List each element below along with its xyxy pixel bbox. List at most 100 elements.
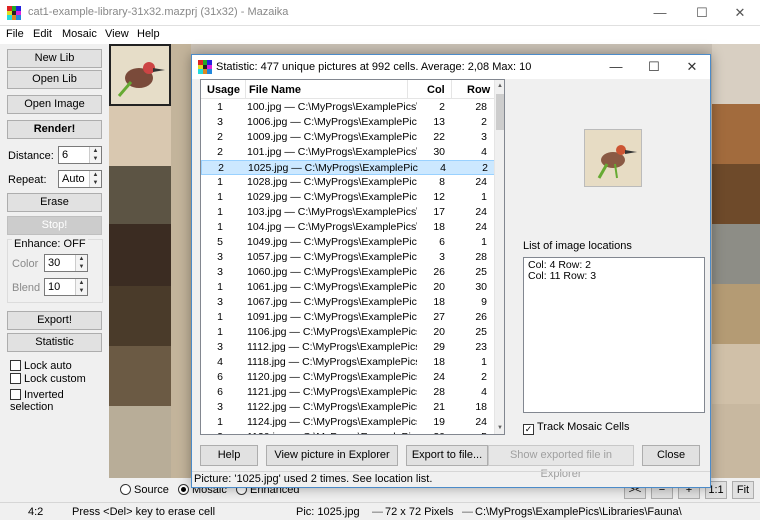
table-row[interactable]: 1 104.jpg — C:\MyProgs\ExamplePics\Librar… <box>201 220 496 235</box>
table-row[interactable]: 1 1091.jpg — C:\MyProgs\ExamplePics\Libra… <box>201 310 496 325</box>
table-row[interactable]: 6 1120.jpg — C:\MyProgs\ExamplePics\Libra… <box>201 370 496 385</box>
mosaic-cell[interactable] <box>109 224 171 286</box>
spinner-arrows-icon[interactable]: ▲ ▼ <box>89 171 101 187</box>
checkbox-icon[interactable] <box>10 373 21 384</box>
usage-cell: 6 <box>217 371 223 383</box>
mosaic-cell[interactable] <box>109 166 171 224</box>
checkbox-icon[interactable] <box>10 360 21 371</box>
location-item[interactable]: Col: 11 Row: 3 <box>528 271 700 282</box>
table-row[interactable]: 3 1057.jpg — C:\MyProgs\ExamplePics\Libra… <box>201 250 496 265</box>
spinner-arrows-icon[interactable]: ▲ ▼ <box>89 147 101 163</box>
mosaic-cell[interactable] <box>712 44 760 104</box>
menu-mosaic[interactable]: Mosaic <box>62 28 97 40</box>
usage-cell: 3 <box>217 401 223 413</box>
mosaic-cell[interactable] <box>712 344 760 404</box>
checkbox-icon[interactable] <box>10 389 21 400</box>
open-lib-button[interactable]: Open Lib <box>7 70 102 89</box>
spinner-arrows-icon[interactable]: ▲ ▼ <box>75 255 87 271</box>
track-mosaic-cells-checkbox[interactable]: ✓ Track Mosaic Cells <box>523 421 630 435</box>
mosaic-cell[interactable] <box>712 404 760 478</box>
mosaic-cell[interactable] <box>171 44 191 478</box>
table-row[interactable]: 5 1049.jpg — C:\MyProgs\ExamplePics\Libra… <box>201 235 496 250</box>
erase-button[interactable]: Erase <box>7 193 102 212</box>
radio-selected-icon[interactable] <box>178 484 189 495</box>
scroll-up-icon[interactable]: ▲ <box>495 80 504 92</box>
mosaic-cell-selected[interactable] <box>109 44 171 106</box>
menu-edit[interactable]: Edit <box>33 28 52 40</box>
dialog-close-button[interactable]: Close <box>642 445 700 466</box>
table-row[interactable]: 1 100.jpg — C:\MyProgs\ExamplePics\Librar… <box>201 100 496 115</box>
lock-custom-checkbox[interactable]: Lock custom <box>10 373 86 385</box>
maximize-button[interactable]: ☐ <box>682 0 722 26</box>
list-scrollbar[interactable]: ▲ ▼ <box>494 80 504 434</box>
table-row[interactable]: 3 1112.jpg — C:\MyProgs\ExamplePics\Libra… <box>201 340 496 355</box>
mosaic-cell[interactable] <box>712 224 760 284</box>
mosaic-cell[interactable] <box>712 104 760 164</box>
radio-icon[interactable] <box>120 484 131 495</box>
table-row[interactable]: 3 1067.jpg — C:\MyProgs\ExamplePics\Libra… <box>201 295 496 310</box>
mosaic-cell[interactable] <box>712 164 760 224</box>
table-row[interactable]: 1 103.jpg — C:\MyProgs\ExamplePics\Librar… <box>201 205 496 220</box>
table-row[interactable]: 1 1029.jpg — C:\MyProgs\ExamplePics\Libra… <box>201 190 496 205</box>
col-header-col[interactable]: Col <box>427 84 445 96</box>
color-spinner[interactable]: 30 ▲ ▼ <box>44 254 88 272</box>
repeat-label: Repeat: <box>8 174 47 186</box>
dialog-close-icon[interactable]: ✕ <box>674 55 710 79</box>
export-to-file-button[interactable]: Export to file... <box>406 445 488 466</box>
col-cell: 18 <box>433 356 445 368</box>
export-button[interactable]: Export! <box>7 311 102 330</box>
table-row[interactable]: 1 1061.jpg — C:\MyProgs\ExamplePics\Libra… <box>201 280 496 295</box>
table-row[interactable]: 3 1120.jpg — C:\MyProgs\ExamplePics\Libra… <box>201 430 496 434</box>
blend-spinner[interactable]: 10 ▲ ▼ <box>44 278 88 296</box>
usage-list[interactable]: Usage File Name Col Row 1 100.jpg — C:\My… <box>200 79 505 435</box>
table-row[interactable]: 2 1009.jpg — C:\MyProgs\ExamplePics\Libra… <box>201 130 496 145</box>
dialog-minimize-button[interactable]: — <box>598 55 634 79</box>
scroll-down-icon[interactable]: ▼ <box>495 422 504 434</box>
inverted-selection-checkbox[interactable]: Inverted selection <box>10 389 108 413</box>
table-row[interactable]: 2 101.jpg — C:\MyProgs\ExamplePics\Librar… <box>201 145 496 160</box>
distance-spinner[interactable]: 6 ▲ ▼ <box>58 146 102 164</box>
mosaic-cell[interactable] <box>109 346 171 406</box>
table-row[interactable]: 3 1006.jpg — C:\MyProgs\ExamplePics\Libra… <box>201 115 496 130</box>
table-row[interactable]: 1 1124.jpg — C:\MyProgs\ExamplePics\Libra… <box>201 415 496 430</box>
table-row[interactable]: 3 1122.jpg — C:\MyProgs\ExamplePics\Libra… <box>201 400 496 415</box>
col-header-filename[interactable]: File Name <box>249 84 301 96</box>
col-header-usage[interactable]: Usage <box>207 84 240 96</box>
dialog-maximize-button[interactable]: ☐ <box>636 55 672 79</box>
table-row[interactable]: 1 1106.jpg — C:\MyProgs\ExamplePics\Libra… <box>201 325 496 340</box>
table-row[interactable]: 3 1060.jpg — C:\MyProgs\ExamplePics\Libra… <box>201 265 496 280</box>
table-row[interactable]: 4 1118.jpg — C:\MyProgs\ExamplePics\Libra… <box>201 355 496 370</box>
col-header-row[interactable]: Row <box>467 84 490 96</box>
minimize-button[interactable]: — <box>640 0 680 26</box>
mosaic-cell[interactable] <box>712 284 760 344</box>
table-row[interactable]: 1 1028.jpg — C:\MyProgs\ExamplePics\Libra… <box>201 175 496 190</box>
usage-cell: 2 <box>217 146 223 158</box>
open-image-button[interactable]: Open Image <box>7 95 102 114</box>
spinner-arrows-icon[interactable]: ▲ ▼ <box>75 279 87 295</box>
col-cell: 4 <box>440 162 446 174</box>
scroll-thumb[interactable] <box>496 94 504 130</box>
zoom-fit-button[interactable]: Fit <box>732 481 754 499</box>
close-button[interactable]: ✕ <box>720 0 760 26</box>
mosaic-cell[interactable] <box>109 106 171 166</box>
new-lib-button[interactable]: New Lib <box>7 49 102 68</box>
mosaic-cell[interactable] <box>109 406 171 478</box>
source-radio[interactable]: Source <box>120 484 169 496</box>
view-in-explorer-button[interactable]: View picture in Explorer <box>266 445 398 466</box>
filename-cell: 1067.jpg — C:\MyProgs\ExamplePics\Librar… <box>247 296 417 308</box>
statistic-button[interactable]: Statistic <box>7 333 102 352</box>
row-cell: 28 <box>475 251 487 263</box>
menu-file[interactable]: File <box>6 28 24 40</box>
menu-view[interactable]: View <box>105 28 129 40</box>
lock-auto-checkbox[interactable]: Lock auto <box>10 360 72 372</box>
checkmark-icon[interactable]: ✓ <box>523 424 534 435</box>
table-row[interactable]: 6 1121.jpg — C:\MyProgs\ExamplePics\Libra… <box>201 385 496 400</box>
mosaic-cell[interactable] <box>109 286 171 346</box>
render-button[interactable]: Render! <box>7 120 102 139</box>
dialog-titlebar: Statistic: 477 unique pictures at 992 ce… <box>192 55 710 79</box>
menu-help[interactable]: Help <box>137 28 160 40</box>
table-row[interactable]: 2 1025.jpg — C:\MyProgs\ExamplePics\Libra… <box>201 160 496 175</box>
help-button[interactable]: Help <box>200 445 258 466</box>
locations-list[interactable]: Col: 4 Row: 2 Col: 11 Row: 3 <box>523 257 705 413</box>
repeat-spinner[interactable]: Auto ▲ ▼ <box>58 170 102 188</box>
